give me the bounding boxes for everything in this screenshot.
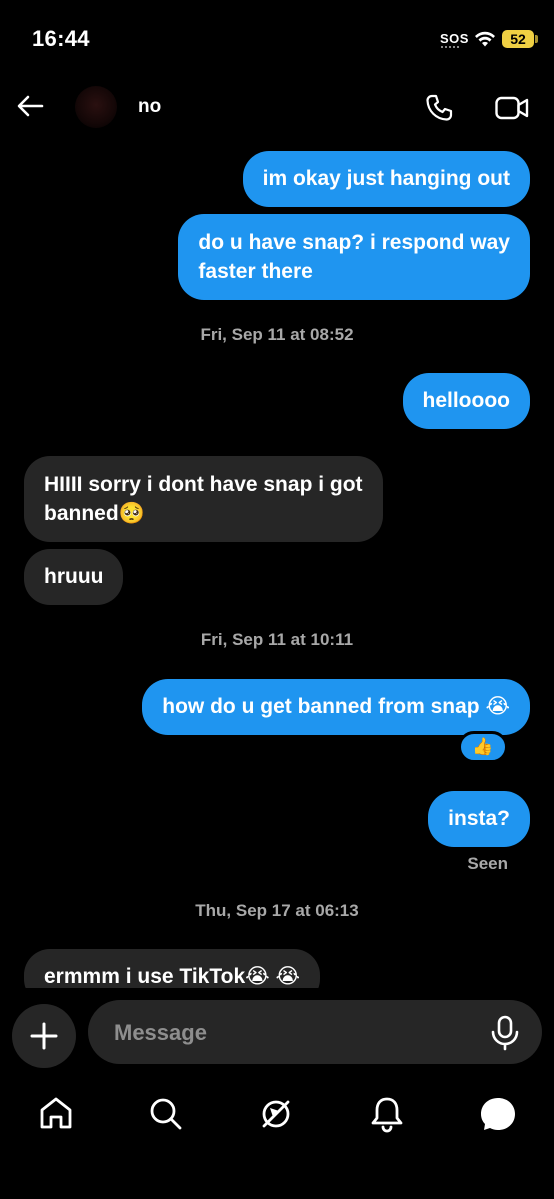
microphone-icon[interactable] [488,1014,522,1052]
plus-icon [30,1022,58,1050]
battery-nub [535,35,538,43]
message-text: insta? [448,807,510,830]
sent-message[interactable]: do u have snap? i respond way faster the… [178,214,530,300]
bottom-navigation [0,1080,554,1199]
chat-timestamp: Fri, Sep 11 at 10:11 [200,630,354,649]
message-text-line: HIIII sorry i dont have snap i got [44,473,363,496]
crying-face-emoji: 😭 [485,695,510,718]
sent-message[interactable]: helloooo [402,373,530,429]
received-message[interactable]: hruuu [24,549,124,605]
thumbs-up-reaction[interactable]: 👍 [458,731,508,763]
phone-call-icon[interactable] [423,92,455,124]
seen-status: Seen [467,854,508,873]
back-arrow-icon[interactable] [14,90,46,122]
pleading-face-emoji: 🥺 [118,502,145,525]
crying-face-emoji: 😭 😭 [245,965,301,988]
contact-avatar[interactable] [75,86,117,128]
messages-icon[interactable] [478,1094,518,1134]
status-time: 16:44 [32,26,90,51]
message-text-line: do u have snap? i respond way [198,231,510,254]
notifications-icon[interactable] [367,1094,407,1134]
chat-header: no [0,80,554,136]
message-text: ermmm i use TikTok [44,965,246,988]
chat-timestamp: Thu, Sep 17 at 06:13 [195,901,359,920]
sos-indicator: SOS [440,31,469,46]
message-text: im okay just hanging out [262,167,510,190]
message-placeholder: Message [114,1020,207,1045]
sent-message[interactable]: how do u get banned from snap 😭 [142,679,530,735]
message-text-line: faster there [198,260,313,283]
message-text-line: banned [44,502,119,525]
message-text: how do u get banned from snap [162,695,480,718]
contact-name[interactable]: no [138,96,161,118]
wifi-icon [475,31,495,47]
add-attachment-button[interactable] [12,1004,76,1068]
signal-dots [441,46,461,48]
explore-icon[interactable] [256,1094,296,1134]
message-composer: Message [0,988,554,1072]
message-input[interactable]: Message [88,1000,542,1064]
search-icon[interactable] [146,1094,186,1134]
chat-timestamp: Fri, Sep 11 at 08:52 [200,325,354,344]
battery-indicator: 52 [502,30,534,48]
home-icon[interactable] [36,1094,76,1134]
sent-message[interactable]: insta? [428,791,530,847]
message-text: helloooo [422,389,511,412]
status-bar: 16:44 SOS 52 [0,0,554,70]
message-text: hruuu [44,565,104,588]
video-call-icon[interactable] [494,92,530,124]
received-message[interactable]: HIIII sorry i dont have snap i got banne… [24,456,383,542]
sent-message[interactable]: im okay just hanging out [242,151,530,207]
